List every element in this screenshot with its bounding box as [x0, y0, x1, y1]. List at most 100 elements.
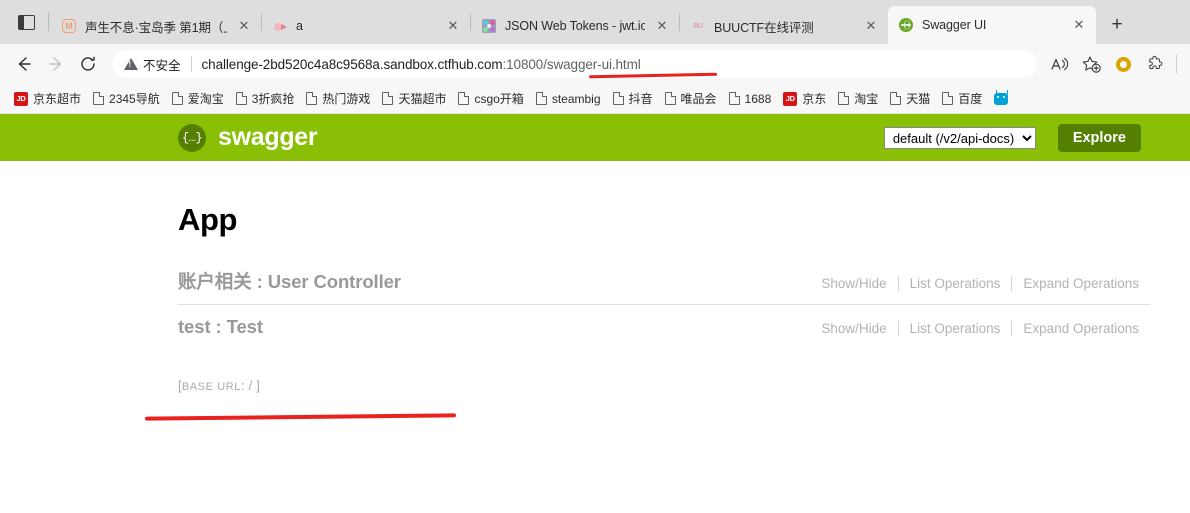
base-url-label: BASE URL: [181, 381, 242, 393]
swagger-header-controls: default (/v2/api-docs) Explore: [883, 123, 1141, 152]
yellow-ring-icon: [1115, 56, 1131, 72]
list-operations-link[interactable]: List Operations: [899, 276, 1012, 291]
browser-tab-1[interactable]: a ✕: [262, 8, 470, 44]
toolbar-actions: [1043, 48, 1182, 80]
forward-arrow-icon: [49, 57, 62, 71]
bookmark-item[interactable]: 爱淘宝: [166, 88, 230, 109]
tab-title: Swagger UI: [922, 18, 987, 32]
url-path: :10800/swagger-ui.html: [502, 56, 641, 72]
doc-icon: [535, 92, 547, 105]
bookmark-item[interactable]: 抖音: [607, 88, 659, 109]
tab-close-button[interactable]: ✕: [651, 15, 673, 37]
swagger-wordmark: swagger: [218, 123, 318, 151]
doc-icon: [382, 92, 394, 105]
bookmark-label: 爱淘宝: [187, 92, 224, 106]
tab-close-button[interactable]: ✕: [442, 15, 464, 37]
browser-tab-0[interactable]: M 声生不息·宝岛季 第1期（上） ✕: [51, 8, 261, 44]
resource-annotation-underline: [144, 413, 457, 421]
doc-icon: [171, 92, 183, 105]
bookmark-item[interactable]: steambig: [530, 90, 607, 108]
omnibox-divider: [190, 56, 192, 72]
swagger-content: App 账户相关 : User Controller Show/Hide Lis…: [0, 161, 1190, 393]
bookmark-label: 百度: [958, 92, 983, 106]
tabstrip-divider: [48, 13, 49, 31]
doc-icon: [612, 92, 624, 105]
mango-tv-icon: M: [61, 18, 77, 34]
bookmark-label: 抖音: [628, 92, 653, 106]
bookmark-item[interactable]: 1688: [723, 90, 778, 108]
tab-title: JSON Web Tokens - jwt.io: [505, 19, 645, 33]
bookmark-item[interactable]: JD 京东: [777, 88, 832, 109]
doc-icon: [458, 92, 470, 105]
bookmark-item[interactable]: [988, 89, 1019, 107]
collections-button[interactable]: [1107, 48, 1139, 80]
swagger-logo[interactable]: {…} swagger: [178, 123, 318, 152]
bookmark-item[interactable]: JD 京东超市: [8, 88, 87, 109]
resource-title: 账户相关 : User Controller: [178, 271, 401, 292]
bookmark-item[interactable]: 2345导航: [87, 88, 166, 109]
url-text: challenge-2bd520c4a8c9568a.sandbox.ctfhu…: [202, 57, 1033, 72]
tab-close-button[interactable]: ✕: [233, 15, 255, 37]
reload-button[interactable]: [72, 48, 104, 80]
bookmark-item[interactable]: 天猫超市: [376, 88, 452, 109]
forward-button[interactable]: [40, 48, 72, 80]
bookmark-label: 淘宝: [854, 92, 879, 106]
back-arrow-icon: [18, 57, 31, 71]
tab-title: BUUCTF在线评测: [714, 20, 814, 35]
doc-icon: [306, 92, 318, 105]
expand-operations-link[interactable]: Expand Operations: [1012, 321, 1150, 336]
bookmark-item[interactable]: 3折疯抢: [230, 88, 301, 109]
read-aloud-button[interactable]: [1043, 48, 1075, 80]
address-bar[interactable]: 不安全 challenge-2bd520c4a8c9568a.sandbox.c…: [112, 50, 1037, 78]
bookmark-item[interactable]: csgo开箱: [452, 88, 529, 109]
browser-tab-4[interactable]: Swagger UI ✕: [888, 6, 1096, 44]
bookmark-label: 京东: [802, 92, 827, 106]
jd-icon: JD: [783, 91, 798, 106]
explore-button[interactable]: Explore: [1057, 123, 1141, 152]
swagger-icon: [898, 17, 914, 33]
tab-list: M 声生不息·宝岛季 第1期（上） ✕ a ✕ JSON Web Tokens …: [51, 0, 1190, 44]
bookmark-label: steambig: [551, 91, 601, 106]
security-label: 不安全: [143, 58, 181, 73]
extensions-button[interactable]: [1139, 48, 1171, 80]
url-host: challenge-2bd520c4a8c9568a.sandbox.ctfhu…: [201, 56, 503, 72]
tab-search-button[interactable]: [6, 0, 46, 44]
bookmark-item[interactable]: 百度: [936, 88, 988, 109]
jwt-io-icon: [481, 18, 497, 34]
show-hide-link[interactable]: Show/Hide: [810, 276, 897, 291]
swagger-header: {…} swagger default (/v2/api-docs) Explo…: [0, 114, 1190, 161]
bookmark-item[interactable]: 淘宝: [832, 88, 884, 109]
base-url-value: : /: [241, 378, 257, 393]
expand-operations-link[interactable]: Expand Operations: [1012, 276, 1150, 291]
tab-close-button[interactable]: ✕: [860, 15, 882, 37]
tab-title: 声生不息·宝岛季 第1期（上）: [85, 20, 227, 35]
resource-row-test: test : Test Show/Hide List Operations Ex…: [178, 316, 1150, 348]
add-favorite-button[interactable]: [1075, 48, 1107, 80]
api-spec-select[interactable]: default (/v2/api-docs): [883, 126, 1036, 149]
security-indicator[interactable]: 不安全: [124, 55, 181, 74]
bookmark-item[interactable]: 热门游戏: [300, 88, 376, 109]
swagger-braces-icon: {…}: [178, 123, 206, 152]
bookmark-item[interactable]: 唯品会: [659, 88, 723, 109]
puzzle-piece-icon: [1148, 55, 1162, 69]
buuctf-icon: BU: [693, 22, 703, 30]
tab-title: a: [296, 19, 303, 33]
new-tab-button[interactable]: +: [1102, 10, 1132, 40]
doc-icon: [942, 92, 954, 105]
list-operations-link[interactable]: List Operations: [899, 321, 1012, 336]
bookmark-label: 唯品会: [680, 92, 717, 106]
tab-close-button[interactable]: ✕: [1068, 14, 1090, 36]
browser-tab-2[interactable]: JSON Web Tokens - jwt.io ✕: [471, 8, 679, 44]
bookmark-label: csgo开箱: [474, 92, 524, 106]
doc-icon: [664, 92, 676, 105]
show-hide-link[interactable]: Show/Hide: [810, 321, 897, 336]
doc-icon: [890, 92, 902, 105]
read-aloud-icon: [1050, 57, 1068, 70]
tab-strip: M 声生不息·宝岛季 第1期（上） ✕ a ✕ JSON Web Tokens …: [0, 0, 1190, 44]
back-button[interactable]: [8, 48, 40, 80]
bookmark-item[interactable]: 天猫: [884, 88, 936, 109]
browser-tab-3[interactable]: BU BUUCTF在线评测 ✕: [680, 8, 888, 44]
tab-search-icon: [17, 14, 35, 30]
doc-icon: [838, 92, 850, 105]
pink-bird-icon: [272, 18, 288, 34]
